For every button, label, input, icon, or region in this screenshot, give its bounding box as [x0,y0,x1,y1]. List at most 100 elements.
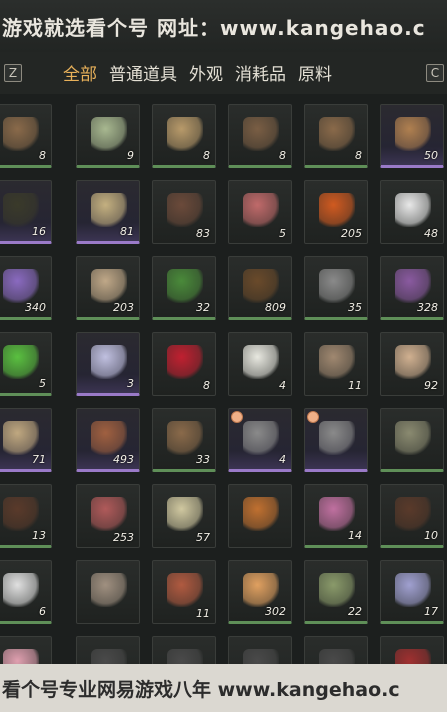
inventory-slot[interactable]: 33 [152,408,216,472]
inventory-slot[interactable] [76,560,140,624]
inventory-slot[interactable]: 6 [0,560,52,624]
inventory-slot[interactable]: 16 [0,180,52,244]
inventory-slot[interactable]: 4 [228,332,292,396]
inventory-slot[interactable]: 10 [380,484,444,548]
inventory-slot[interactable]: 253 [76,484,140,548]
tab-1[interactable]: 普通道具 [109,60,177,85]
tab-2[interactable]: 外观 [189,60,223,85]
inventory-slot[interactable]: 809 [228,256,292,320]
inventory-slot[interactable] [152,636,216,664]
quill-icon [3,573,39,607]
sweets-icon [243,573,279,607]
item-count: 8 [355,149,362,162]
inventory-slot[interactable]: 92 [380,332,444,396]
inventory-slot[interactable]: 8 [0,104,52,168]
scroll-pack-icon [3,193,39,227]
inventory-slot[interactable]: 4 [228,408,292,472]
inventory-slot[interactable] [0,636,52,664]
inventory-slot[interactable]: 13 [0,484,52,548]
inventory-slot[interactable] [380,636,444,664]
key-hint-left[interactable]: Z [4,64,22,82]
inventory-slot[interactable]: 5 [228,180,292,244]
tab-4[interactable]: 原料 [298,60,332,85]
inventory-slot[interactable]: 17 [380,560,444,624]
inventory-slot[interactable]: 340 [0,256,52,320]
item-count: 809 [265,301,286,314]
inventory-slot[interactable]: 11 [304,332,368,396]
inventory-slot[interactable]: 3 [76,332,140,396]
inventory-slot[interactable] [228,636,292,664]
item-count: 32 [196,301,210,314]
mushrooms-icon [395,345,431,379]
inventory-slot[interactable]: 11 [152,560,216,624]
inventory-slot[interactable]: 302 [228,560,292,624]
item-count: 205 [341,227,362,240]
logs-icon [319,117,355,151]
root-herb-icon [319,573,355,607]
inventory-slot[interactable]: 493 [76,408,140,472]
inventory-slot[interactable]: 8 [152,332,216,396]
item-count: 4 [279,453,286,466]
moon-sphere-icon [91,345,127,379]
inventory-slot[interactable]: 8 [152,104,216,168]
item-count: 203 [113,301,134,314]
horn-icon [319,345,355,379]
jerky-icon [167,573,203,607]
category-tabs: 全部 普通道具 外观 消耗品 原料 [63,60,332,85]
inventory-slot[interactable] [380,408,444,472]
watermark-text-top: 游戏就选看个号 网址：www.kangehao.c [2,15,426,40]
item-count: 83 [196,227,210,240]
item-count: 57 [196,531,210,544]
item-count: 253 [113,531,134,544]
cabinet-icon [395,497,431,531]
wood-block-icon [167,421,203,455]
tab-0[interactable]: 全部 [63,60,97,85]
inventory-slot[interactable]: 48 [380,180,444,244]
grain-bag-icon [91,269,127,303]
item-count: 8 [203,149,210,162]
inventory-slot[interactable]: 328 [380,256,444,320]
inventory-slot[interactable]: 22 [304,560,368,624]
inventory-slot[interactable]: 81 [76,180,140,244]
item-count: 8 [279,149,286,162]
item-count: 8 [203,379,210,392]
red-crystal-icon [167,345,203,379]
inventory-slot[interactable]: 205 [304,180,368,244]
raw-meat-icon [243,193,279,227]
inventory-slot[interactable] [228,484,292,548]
inventory-slot[interactable]: 57 [152,484,216,548]
amber-stone-icon [319,193,355,227]
inventory-slot[interactable]: 32 [152,256,216,320]
clock-icon [231,411,243,423]
inventory-slot[interactable]: 50 [380,104,444,168]
inventory-slot[interactable]: 83 [152,180,216,244]
watermark-banner-bottom: 看个号专业网易游戏八年 www.kangehao.c [0,664,447,712]
fruit-icon [243,497,279,531]
inventory-slot[interactable]: 8 [228,104,292,168]
inventory-slot[interactable]: 9 [76,104,140,168]
item-count: 3 [127,377,134,390]
misc-icon [167,649,203,664]
inventory-slot[interactable]: 5 [0,332,52,396]
eggs-icon [167,497,203,531]
inventory-slot[interactable]: 14 [304,484,368,548]
tab-3[interactable]: 消耗品 [235,60,286,85]
inventory-slot[interactable] [304,408,368,472]
item-count: 4 [279,379,286,392]
white-flower-icon [243,345,279,379]
item-count: 6 [39,605,46,618]
inventory-slot[interactable]: 8 [304,104,368,168]
inventory-slot[interactable] [304,636,368,664]
white-fur-icon [395,193,431,227]
key-hint-right[interactable]: C [426,64,444,82]
inventory-slot[interactable]: 71 [0,408,52,472]
watermark-banner-top: 游戏就选看个号 网址：www.kangehao.c [0,0,447,52]
bone-icon [91,573,127,607]
inventory-slot[interactable]: 203 [76,256,140,320]
inventory-slot[interactable]: 35 [304,256,368,320]
item-count: 11 [348,379,362,392]
inventory-slot[interactable] [76,636,140,664]
item-count: 11 [196,607,210,620]
item-count: 340 [25,301,46,314]
talisman-icon [319,421,355,455]
